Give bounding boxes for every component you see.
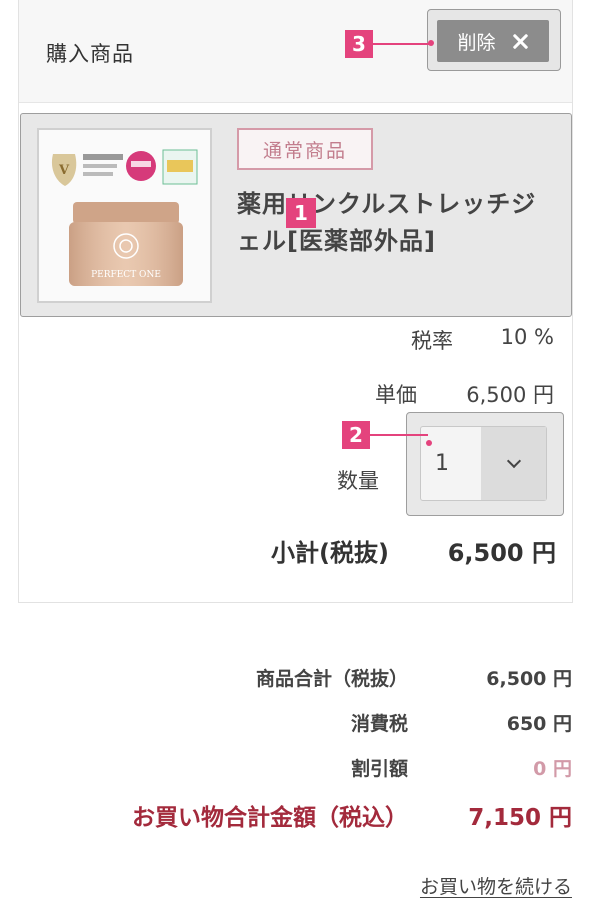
annotation-dot-3 [428,40,434,46]
summary-value-items-total: 6,500 円 [486,668,572,690]
product-type-tag: 通常商品 [237,128,373,170]
subtotal-label: 小計(税抜) [271,539,389,567]
grand-total-value: 7,150 円 [468,805,572,831]
quantity-value: 1 [435,451,449,476]
annotation-leader-3 [373,43,431,45]
summary-value-tax: 650 円 [506,713,572,735]
annotation-marker-1: 1 [286,198,316,228]
unit-price-label: 単価 [375,383,417,407]
annotation-leader-2 [370,434,428,436]
close-icon [512,33,529,50]
product-name[interactable]: 薬用リンクルストレッチジェル[医薬部外品] [237,186,547,260]
cart-card: 購入商品 削除 V PERFECT ONE 通常商品 薬用リンクルストレッチジェ… [18,0,573,603]
cart-title: 購入商品 [46,42,134,66]
annotation-marker-2: 2 [342,421,370,449]
svg-text:V: V [58,163,70,178]
annotation-marker-3: 3 [345,30,373,58]
cart-header: 購入商品 削除 [19,0,572,103]
summary-label-tax: 消費税 [350,713,408,735]
chevron-down-icon [506,453,521,468]
summary-value-discount: 0 円 [533,758,572,780]
continue-shopping-link[interactable]: お買い物を続ける [420,872,572,898]
product-image-brand: PERFECT ONE [91,270,161,280]
summary-label-discount: 割引額 [350,758,408,780]
summary-label-items-total: 商品合計（税抜） [255,668,408,690]
annotation-dot-2 [426,440,432,446]
unit-price-value: 6,500 円 [466,383,554,407]
quantity-dropdown-button[interactable] [481,427,546,500]
tax-rate-label: 税率 [411,329,453,353]
delete-button[interactable]: 削除 [437,20,549,62]
quantity-select[interactable]: 1 [420,426,547,501]
product-image[interactable]: V PERFECT ONE [37,128,212,303]
tax-rate-value: 10 % [500,325,554,349]
subtotal-value: 6,500 円 [447,539,556,567]
grand-total-label: お買い物合計金額（税込） [132,805,408,831]
delete-button-label: 削除 [457,31,496,54]
quantity-label: 数量 [337,469,379,493]
